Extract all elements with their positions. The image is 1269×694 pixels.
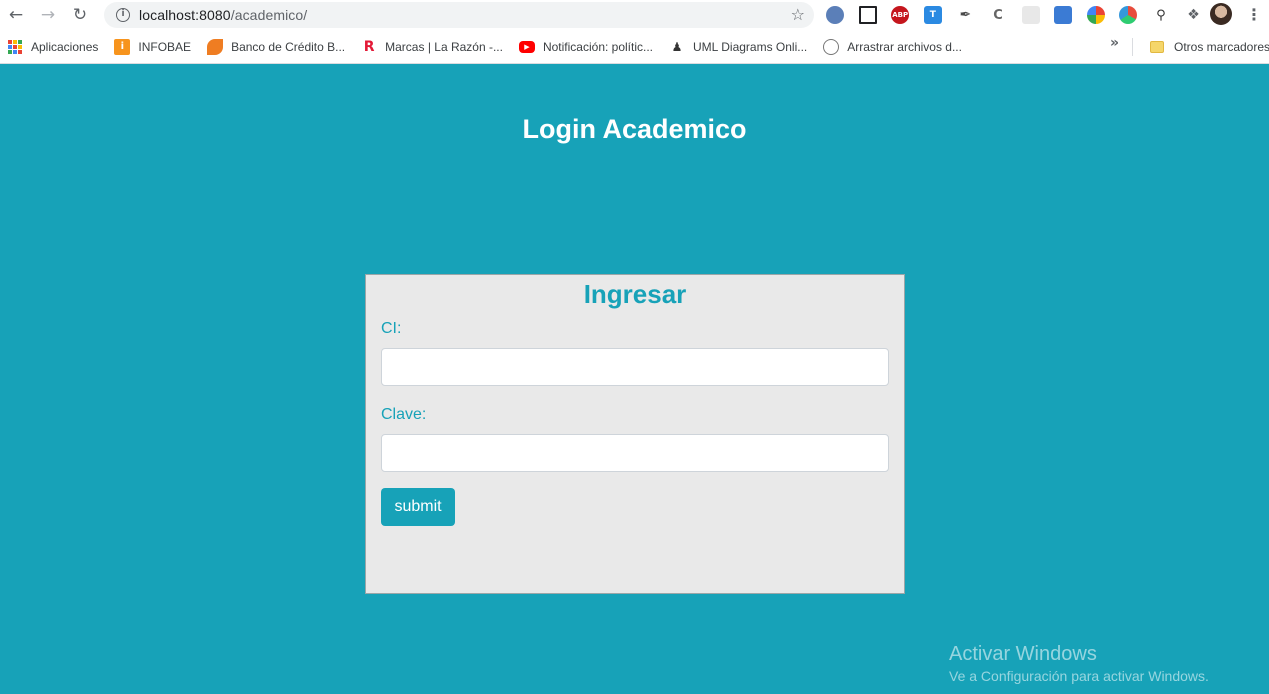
la-razon-icon: R: [361, 38, 378, 55]
watermark-title: Activar Windows: [949, 643, 1097, 665]
bookmark-bcp[interactable]: Banco de Crédito B...: [199, 35, 353, 59]
browser-toolbar: ← → ↻ i localhost:8080/academico/ ☆ ABP …: [0, 0, 1269, 30]
uml-diagrams-icon: ♟: [669, 38, 686, 55]
reload-icon[interactable]: ↻: [64, 0, 96, 30]
browser-menu-icon[interactable]: ⋮: [1246, 3, 1262, 27]
bookmark-label: Marcas | La Razón -...: [385, 39, 503, 54]
bcp-icon: [207, 38, 224, 55]
bookmark-label: Aplicaciones: [31, 39, 99, 54]
eyedropper-icon[interactable]: ✒: [956, 6, 975, 24]
page-title: Login Academico: [522, 114, 747, 144]
bookmark-label: Banco de Crédito B...: [231, 39, 346, 54]
watermark-subtitle: Ve a Configuración para activar Windows.: [949, 668, 1209, 684]
submit-button[interactable]: submit: [381, 488, 455, 526]
bookmark-label: UML Diagrams Onli...: [693, 39, 808, 54]
bookmarks-divider: [1132, 38, 1133, 56]
profile-avatar[interactable]: [1210, 3, 1232, 25]
telescope-icon[interactable]: ⚲: [1151, 6, 1170, 24]
bookmark-label: Notificación: polític...: [542, 39, 654, 54]
extension-circle-icon[interactable]: [826, 6, 844, 24]
bookmarks-bar: Aplicaciones i INFOBAE Banco de Crédito …: [0, 30, 1269, 64]
url-host: localhost:8080: [139, 7, 231, 23]
translate-extension-icon[interactable]: T: [923, 6, 942, 24]
adblock-plus-icon[interactable]: ABP: [891, 6, 910, 24]
address-bar[interactable]: i localhost:8080/academico/ ☆: [104, 2, 814, 28]
more-bookmarks-icon[interactable]: »: [1110, 35, 1119, 51]
code-extension-icon[interactable]: C: [988, 6, 1007, 24]
back-icon[interactable]: ←: [0, 0, 32, 30]
table-extension-icon[interactable]: [1054, 6, 1073, 24]
bookmark-la-razon[interactable]: R Marcas | La Razón -...: [353, 35, 511, 59]
other-bookmarks-label: Otros marcadores: [1174, 40, 1269, 54]
extensions-bar: ABP T ✒ C ⚲ ❖: [826, 4, 1217, 26]
apps-grid-icon: [8, 39, 22, 54]
ci-label: CI:: [381, 320, 402, 337]
screenshot-extension-icon[interactable]: [858, 6, 877, 24]
bookmark-label: INFOBAE: [138, 39, 192, 54]
clave-input[interactable]: [381, 434, 889, 472]
login-form-card: Ingresar CI: Clave: submit: [365, 274, 905, 594]
bookmark-youtube[interactable]: ▶ Notificación: polític...: [511, 35, 661, 59]
url-path: /academico/: [230, 7, 308, 23]
infobae-icon: i: [114, 38, 131, 55]
url-text[interactable]: localhost:8080/academico/: [139, 7, 307, 23]
windows-activation-watermark: Activar Windows Ve a Configuración para …: [949, 643, 1209, 684]
bookmark-label: Arrastrar archivos d...: [847, 39, 962, 54]
forward-icon[interactable]: →: [32, 0, 64, 30]
youtube-icon: ▶: [518, 40, 535, 53]
site-info-icon[interactable]: i: [116, 8, 130, 22]
bookmark-infobae[interactable]: i INFOBAE: [106, 35, 199, 59]
ci-input[interactable]: [381, 348, 889, 386]
bookmark-aplicaciones[interactable]: Aplicaciones: [0, 35, 106, 59]
bookmark-other-folder[interactable]: Otros marcadores: [1142, 35, 1269, 59]
puzzle-extensions-icon[interactable]: ❖: [1184, 6, 1203, 24]
color-picker-icon[interactable]: [1086, 6, 1105, 24]
form-heading: Ingresar: [583, 279, 687, 309]
bookmark-drag-files[interactable]: Arrastrar archivos d...: [815, 35, 970, 59]
clave-label: Clave:: [381, 406, 427, 423]
bookmark-star-icon[interactable]: ☆: [791, 5, 805, 24]
color-wheel-icon[interactable]: [1119, 6, 1138, 24]
drag-files-icon: [823, 38, 840, 55]
bookmark-uml-diagrams[interactable]: ♟ UML Diagrams Onli...: [661, 35, 815, 59]
grid-extension-icon[interactable]: [1021, 6, 1040, 24]
folder-icon: [1150, 41, 1164, 53]
